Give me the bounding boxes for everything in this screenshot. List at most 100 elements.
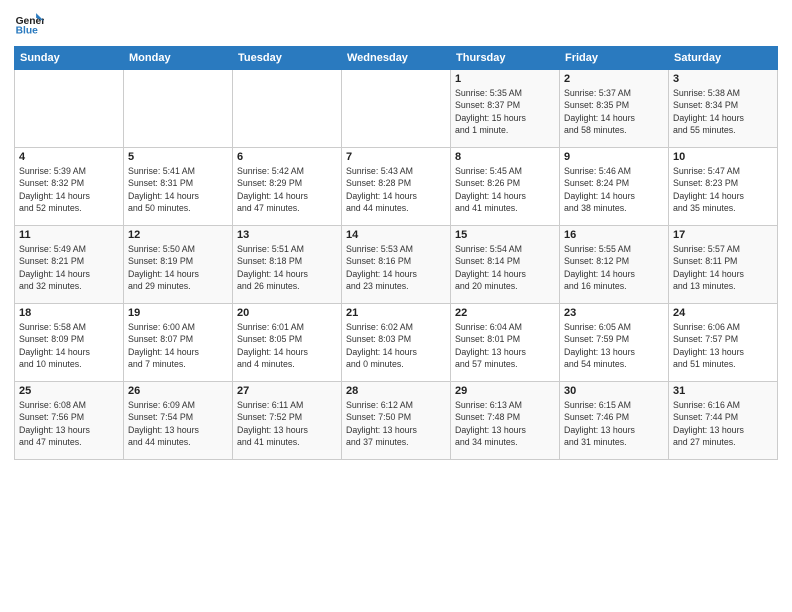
- day-number: 10: [673, 151, 773, 163]
- day-cell: 8 Sunrise: 5:45 AMSunset: 8:26 PMDaylight…: [451, 148, 560, 226]
- day-number: 18: [19, 307, 119, 319]
- day-cell: 12 Sunrise: 5:50 AMSunset: 8:19 PMDayligh…: [124, 226, 233, 304]
- day-cell: [124, 70, 233, 148]
- day-number: 1: [455, 73, 555, 85]
- day-cell: [15, 70, 124, 148]
- day-cell: 15Sunrise: 5:54 AMSunset: 8:14 PMDayligh…: [451, 226, 560, 304]
- day-number: 5: [128, 151, 228, 163]
- day-number: 28: [346, 385, 446, 397]
- day-cell: 31 Sunrise: 6:16 AMSunset: 7:44 PMDayligh…: [669, 382, 778, 460]
- day-number: 3: [673, 73, 773, 85]
- weekday-header-saturday: Saturday: [669, 47, 778, 70]
- day-cell: 16Sunrise: 5:55 AMSunset: 8:12 PMDayligh…: [560, 226, 669, 304]
- day-cell: 10 Sunrise: 5:47 AMSunset: 8:23 PMDayligh…: [669, 148, 778, 226]
- day-cell: 30Sunrise: 6:15 AMSunset: 7:46 PMDayligh…: [560, 382, 669, 460]
- day-cell: 17 Sunrise: 5:57 AMSunset: 8:11 PMDayligh…: [669, 226, 778, 304]
- day-info: Sunrise: 5:54 AMSunset: 8:14 PMDaylight:…: [455, 243, 555, 292]
- day-info: Sunrise: 5:47 AMSunset: 8:23 PMDaylight:…: [673, 165, 773, 214]
- day-number: 21: [346, 307, 446, 319]
- day-info: Sunrise: 5:51 AMSunset: 8:18 PMDaylight:…: [237, 243, 337, 292]
- day-number: 9: [564, 151, 664, 163]
- day-cell: 7Sunrise: 5:43 AMSunset: 8:28 PMDaylight…: [342, 148, 451, 226]
- day-info: Sunrise: 6:16 AMSunset: 7:44 PMDaylight:…: [673, 399, 773, 448]
- day-cell: [342, 70, 451, 148]
- day-number: 14: [346, 229, 446, 241]
- day-cell: 18 Sunrise: 5:58 AMSunset: 8:09 PMDayligh…: [15, 304, 124, 382]
- day-info: Sunrise: 5:46 AMSunset: 8:24 PMDaylight:…: [564, 165, 664, 214]
- day-info: Sunrise: 6:09 AMSunset: 7:54 PMDaylight:…: [128, 399, 228, 448]
- day-cell: 14 Sunrise: 5:53 AMSunset: 8:16 PMDayligh…: [342, 226, 451, 304]
- week-row-2: 4 Sunrise: 5:39 AMSunset: 8:32 PMDaylight…: [15, 148, 778, 226]
- day-number: 17: [673, 229, 773, 241]
- day-cell: 5 Sunrise: 5:41 AMSunset: 8:31 PMDaylight…: [124, 148, 233, 226]
- day-cell: 23 Sunrise: 6:05 AMSunset: 7:59 PMDayligh…: [560, 304, 669, 382]
- day-cell: 13Sunrise: 5:51 AMSunset: 8:18 PMDayligh…: [233, 226, 342, 304]
- day-info: Sunrise: 5:50 AMSunset: 8:19 PMDaylight:…: [128, 243, 228, 292]
- day-number: 6: [237, 151, 337, 163]
- day-info: Sunrise: 6:12 AMSunset: 7:50 PMDaylight:…: [346, 399, 446, 448]
- day-cell: 19 Sunrise: 6:00 AMSunset: 8:07 PMDayligh…: [124, 304, 233, 382]
- day-cell: 24 Sunrise: 6:06 AMSunset: 7:57 PMDayligh…: [669, 304, 778, 382]
- week-row-4: 18 Sunrise: 5:58 AMSunset: 8:09 PMDayligh…: [15, 304, 778, 382]
- day-info: Sunrise: 6:01 AMSunset: 8:05 PMDaylight:…: [237, 321, 337, 370]
- day-number: 26: [128, 385, 228, 397]
- day-number: 24: [673, 307, 773, 319]
- day-cell: 20 Sunrise: 6:01 AMSunset: 8:05 PMDayligh…: [233, 304, 342, 382]
- day-cell: 26 Sunrise: 6:09 AMSunset: 7:54 PMDayligh…: [124, 382, 233, 460]
- day-info: Sunrise: 6:11 AMSunset: 7:52 PMDaylight:…: [237, 399, 337, 448]
- day-number: 31: [673, 385, 773, 397]
- weekday-header-tuesday: Tuesday: [233, 47, 342, 70]
- day-number: 8: [455, 151, 555, 163]
- day-number: 22: [455, 307, 555, 319]
- day-cell: [233, 70, 342, 148]
- day-info: Sunrise: 5:58 AMSunset: 8:09 PMDaylight:…: [19, 321, 119, 370]
- day-info: Sunrise: 6:00 AMSunset: 8:07 PMDaylight:…: [128, 321, 228, 370]
- day-info: Sunrise: 5:37 AMSunset: 8:35 PMDaylight:…: [564, 87, 664, 136]
- week-row-5: 25 Sunrise: 6:08 AMSunset: 7:56 PMDayligh…: [15, 382, 778, 460]
- day-info: Sunrise: 5:45 AMSunset: 8:26 PMDaylight:…: [455, 165, 555, 214]
- day-cell: 2 Sunrise: 5:37 AMSunset: 8:35 PMDaylight…: [560, 70, 669, 148]
- day-cell: 28 Sunrise: 6:12 AMSunset: 7:50 PMDayligh…: [342, 382, 451, 460]
- logo: General Blue: [14, 10, 44, 40]
- day-info: Sunrise: 6:13 AMSunset: 7:48 PMDaylight:…: [455, 399, 555, 448]
- day-cell: 11 Sunrise: 5:49 AMSunset: 8:21 PMDayligh…: [15, 226, 124, 304]
- day-cell: 9 Sunrise: 5:46 AMSunset: 8:24 PMDaylight…: [560, 148, 669, 226]
- day-info: Sunrise: 5:57 AMSunset: 8:11 PMDaylight:…: [673, 243, 773, 292]
- day-info: Sunrise: 5:43 AMSunset: 8:28 PMDaylight:…: [346, 165, 446, 214]
- day-number: 12: [128, 229, 228, 241]
- day-cell: 27 Sunrise: 6:11 AMSunset: 7:52 PMDayligh…: [233, 382, 342, 460]
- weekday-header-friday: Friday: [560, 47, 669, 70]
- day-cell: 29Sunrise: 6:13 AMSunset: 7:48 PMDayligh…: [451, 382, 560, 460]
- day-cell: 6 Sunrise: 5:42 AMSunset: 8:29 PMDaylight…: [233, 148, 342, 226]
- day-number: 20: [237, 307, 337, 319]
- day-cell: 1 Sunrise: 5:35 AMSunset: 8:37 PMDaylight…: [451, 70, 560, 148]
- day-cell: 21Sunrise: 6:02 AMSunset: 8:03 PMDayligh…: [342, 304, 451, 382]
- day-number: 4: [19, 151, 119, 163]
- day-info: Sunrise: 5:39 AMSunset: 8:32 PMDaylight:…: [19, 165, 119, 214]
- day-number: 27: [237, 385, 337, 397]
- weekday-header-thursday: Thursday: [451, 47, 560, 70]
- day-info: Sunrise: 5:35 AMSunset: 8:37 PMDaylight:…: [455, 87, 555, 136]
- day-cell: 25 Sunrise: 6:08 AMSunset: 7:56 PMDayligh…: [15, 382, 124, 460]
- day-number: 19: [128, 307, 228, 319]
- day-number: 23: [564, 307, 664, 319]
- weekday-header-row: SundayMondayTuesdayWednesdayThursdayFrid…: [15, 47, 778, 70]
- calendar-table: SundayMondayTuesdayWednesdayThursdayFrid…: [14, 46, 778, 460]
- day-info: Sunrise: 6:04 AMSunset: 8:01 PMDaylight:…: [455, 321, 555, 370]
- day-number: 25: [19, 385, 119, 397]
- day-info: Sunrise: 6:08 AMSunset: 7:56 PMDaylight:…: [19, 399, 119, 448]
- day-number: 11: [19, 229, 119, 241]
- day-info: Sunrise: 6:05 AMSunset: 7:59 PMDaylight:…: [564, 321, 664, 370]
- weekday-header-monday: Monday: [124, 47, 233, 70]
- day-number: 2: [564, 73, 664, 85]
- page-header: General Blue: [14, 10, 778, 40]
- day-info: Sunrise: 5:42 AMSunset: 8:29 PMDaylight:…: [237, 165, 337, 214]
- day-number: 30: [564, 385, 664, 397]
- day-info: Sunrise: 5:41 AMSunset: 8:31 PMDaylight:…: [128, 165, 228, 214]
- weekday-header-sunday: Sunday: [15, 47, 124, 70]
- day-info: Sunrise: 5:49 AMSunset: 8:21 PMDaylight:…: [19, 243, 119, 292]
- day-info: Sunrise: 6:06 AMSunset: 7:57 PMDaylight:…: [673, 321, 773, 370]
- svg-text:Blue: Blue: [16, 26, 39, 37]
- week-row-1: 1 Sunrise: 5:35 AMSunset: 8:37 PMDaylight…: [15, 70, 778, 148]
- day-info: Sunrise: 5:53 AMSunset: 8:16 PMDaylight:…: [346, 243, 446, 292]
